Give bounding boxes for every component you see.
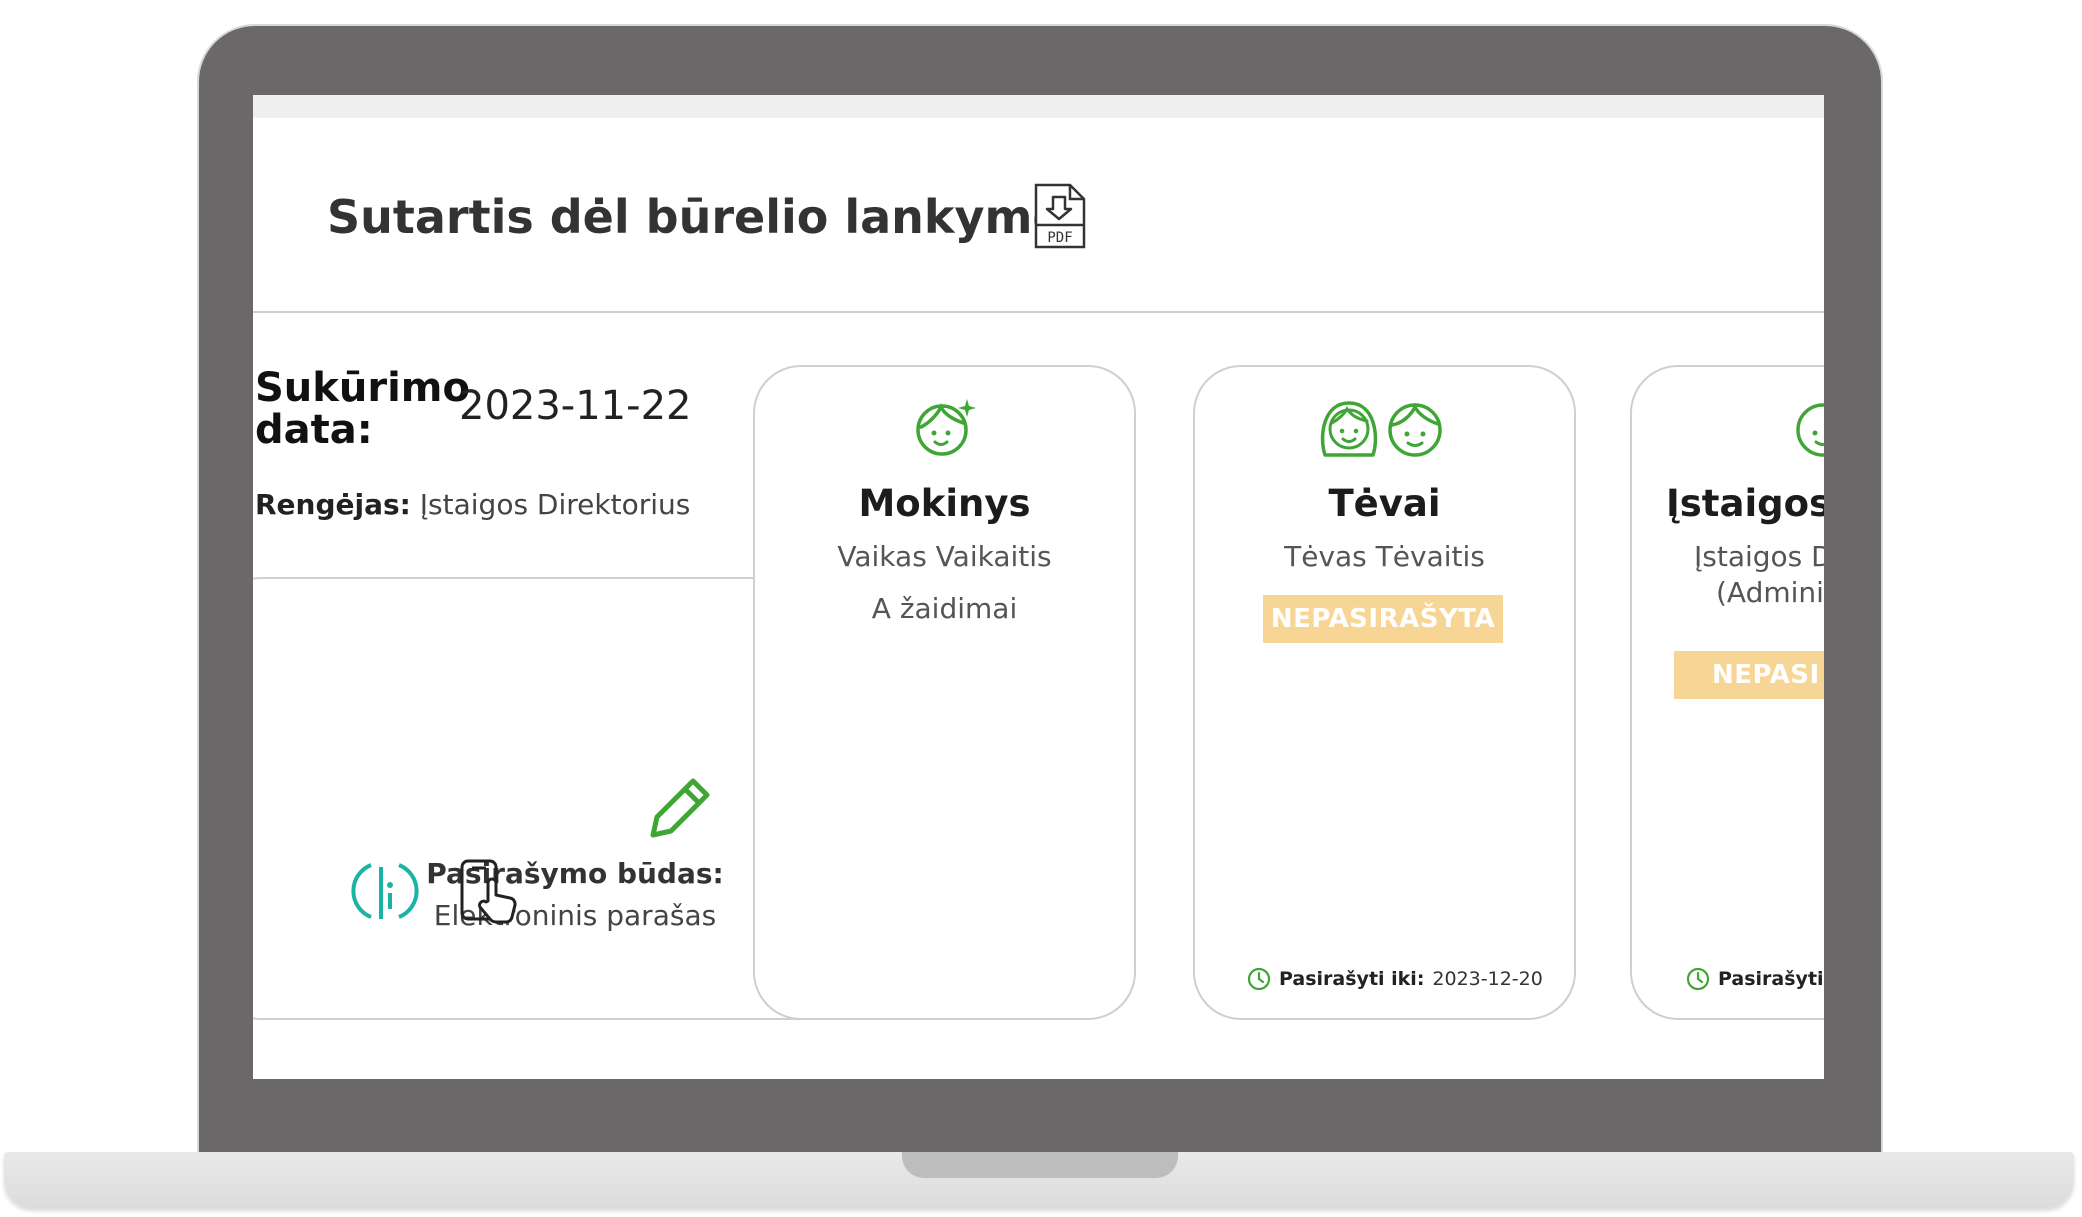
author-line: Rengėjas: Įstaigos Direktorius — [255, 488, 690, 521]
parents-title: Tėvai — [1328, 482, 1441, 525]
student-card: Mokinys Vaikas Vaikaitis A žaidimai — [753, 365, 1136, 1020]
student-name: Vaikas Vaikaitis — [837, 540, 1052, 573]
author-label: Rengėjas: — [255, 488, 411, 521]
parent-name: Tėvas Tėvaitis — [1284, 540, 1485, 573]
deadline-label: Pasirašyti iki: — [1279, 968, 1425, 990]
author-value: Įstaigos Direktorius — [419, 488, 691, 521]
created-label: Sukūrimo data: — [255, 365, 470, 453]
app-screen: Sutartis dėl būrelio lankymo PDF Sukūrim… — [253, 95, 1824, 1079]
institution-status-badge: NEPASI — [1674, 651, 1824, 699]
clock-icon — [1686, 967, 1710, 991]
parents-card: Tėvai Tėvas Tėvaitis NEPASIRAŠYTA Pasira… — [1193, 365, 1576, 1020]
created-date: 2023-11-22 — [459, 383, 692, 429]
pdf-label: PDF — [1047, 230, 1072, 246]
pencil-icon — [650, 778, 710, 838]
deadline-value: 2023-12-20 — [1432, 968, 1543, 990]
institution-card: Įstaigos Įstaigos D (Admini NEPASI Pasir… — [1630, 365, 1824, 1020]
status-badge: NEPASIRAŠYTA — [1263, 595, 1503, 643]
institution-face-icon — [1796, 403, 1824, 457]
parents-deadline: Pasirašyti iki: 2023-12-20 — [1247, 967, 1543, 991]
top-bar — [253, 95, 1824, 118]
student-group: A žaidimai — [871, 592, 1018, 625]
institution-deadline-label: Pasirašyti i — [1718, 968, 1824, 990]
laptop-notch — [902, 1152, 1178, 1178]
child-face-icon — [916, 399, 976, 456]
page-title: Sutartis dėl būrelio lankymo — [327, 190, 1065, 244]
header-divider — [253, 311, 1824, 313]
smartphone-touch-icon[interactable] — [458, 857, 526, 925]
clock-icon — [1247, 967, 1271, 991]
institution-name: Įstaigos D — [1694, 540, 1824, 573]
institution-deadline: Pasirašyti i — [1686, 967, 1824, 991]
institution-title: Įstaigos — [1666, 482, 1824, 525]
pdf-download-icon[interactable]: PDF — [1032, 183, 1086, 249]
student-title: Mokinys — [858, 482, 1031, 525]
institution-role: (Admini — [1716, 576, 1824, 609]
e-signature-icon[interactable] — [351, 857, 419, 925]
parents-faces-icon — [1320, 401, 1442, 457]
